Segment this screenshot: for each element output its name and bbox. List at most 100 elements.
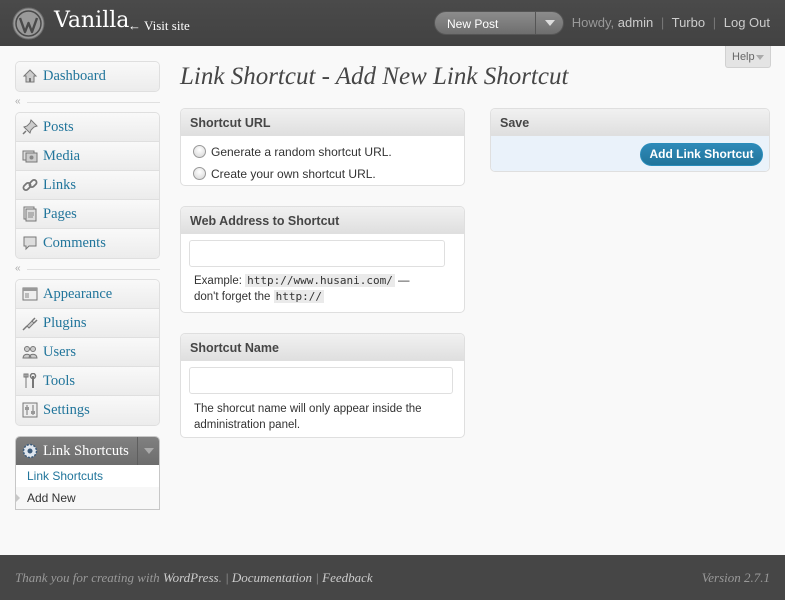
sidebar-item-appearance[interactable]: Appearance <box>16 280 159 309</box>
menu-group-content: Posts Media Links Pages Comments <box>15 112 160 259</box>
web-address-box: Web Address to Shortcut Example: http://… <box>180 206 465 313</box>
radio-button-custom[interactable] <box>193 167 206 180</box>
sidebar-item-comments[interactable]: Comments <box>16 229 159 258</box>
add-link-shortcut-button[interactable]: Add Link Shortcut <box>640 143 763 166</box>
help-label: Help <box>732 51 755 63</box>
footer-thanks: Thank you for creating with <box>15 570 160 585</box>
sidebar-item-label: Settings <box>43 402 90 418</box>
separator-line <box>27 102 160 103</box>
sidebar-item-links[interactable]: Links <box>16 171 159 200</box>
shortcut-url-box: Shortcut URL Generate a random shortcut … <box>180 108 465 186</box>
hint-code: http:// <box>273 290 324 303</box>
sidebar-item-label: Pages <box>43 206 77 222</box>
link-shortcuts-gear-icon <box>22 443 38 459</box>
dashboard-icon <box>22 69 38 83</box>
box-title: Web Address to Shortcut <box>181 207 464 234</box>
sidebar-item-pages[interactable]: Pages <box>16 200 159 229</box>
collapse-chevron-icon[interactable]: « <box>15 97 21 107</box>
sidebar-item-label: Links <box>43 177 77 193</box>
current-pointer <box>16 493 20 503</box>
separator: | <box>660 15 665 30</box>
comments-icon <box>23 236 37 251</box>
plugins-icon <box>22 317 38 331</box>
sidebar-item-label: Users <box>43 344 77 360</box>
submenu-item-link-shortcuts[interactable]: Link Shortcuts <box>16 465 159 487</box>
user-info: Howdy, admin | Turbo | Log Out <box>572 15 770 30</box>
posts-pin-icon <box>22 119 38 135</box>
site-title: Vanilla <box>54 8 130 33</box>
chevron-down-icon <box>756 55 764 60</box>
radio-button-random[interactable] <box>193 145 206 158</box>
feedback-link[interactable]: Feedback <box>322 570 373 585</box>
sidebar-item-users[interactable]: Users <box>16 338 159 367</box>
visit-site-link[interactable]: ← Visit site <box>128 18 190 34</box>
separator: | <box>712 15 717 30</box>
users-icon <box>22 346 38 359</box>
sidebar-item-posts[interactable]: Posts <box>16 113 159 142</box>
page-title: Link Shortcut - Add New Link Shortcut <box>180 63 569 90</box>
web-address-input[interactable] <box>189 240 445 267</box>
sidebar-item-label: Link Shortcuts <box>43 443 129 459</box>
logout-link[interactable]: Log Out <box>724 15 770 30</box>
links-chain-icon <box>22 179 38 191</box>
howdy-text: Howdy, <box>571 15 615 30</box>
submenu-item-label: Add New <box>27 491 76 505</box>
hint-code: http://www.husani.com/ <box>245 274 395 287</box>
appearance-icon <box>22 287 38 301</box>
sidebar-item-settings[interactable]: Settings <box>16 396 159 425</box>
box-title: Shortcut URL <box>181 109 464 136</box>
box-title: Shortcut Name <box>181 334 464 361</box>
separator: | <box>315 570 319 585</box>
hint-text: don't forget the <box>194 291 271 303</box>
media-icon <box>22 150 38 163</box>
user-profile-link[interactable]: admin <box>618 15 653 30</box>
save-box: Save Add Link Shortcut <box>490 108 770 172</box>
pages-icon <box>23 206 37 222</box>
web-address-hint: Example: http://www.husani.com/ — don't … <box>194 273 454 305</box>
separator-line <box>27 269 160 270</box>
sidebar-item-label: Media <box>43 148 81 164</box>
shortcut-name-input[interactable] <box>189 367 453 394</box>
submenu-toggle[interactable] <box>137 437 159 465</box>
wordpress-link[interactable]: WordPress <box>163 570 219 585</box>
sidebar-item-label: Comments <box>43 235 106 251</box>
collapse-chevron-icon[interactable]: « <box>15 264 21 274</box>
sidebar-item-media[interactable]: Media <box>16 142 159 171</box>
radio-label[interactable]: Generate a random shortcut URL. <box>211 145 392 159</box>
sidebar-item-label: Appearance <box>43 286 113 302</box>
radio-label[interactable]: Create your own shortcut URL. <box>211 167 376 181</box>
admin-footer: Thank you for creating with WordPress. |… <box>0 555 785 600</box>
wordpress-logo-icon[interactable] <box>12 7 45 40</box>
chevron-down-icon <box>545 20 555 26</box>
admin-header: Vanilla ← Visit site New Post Howdy, adm… <box>0 0 785 46</box>
sidebar-item-tools[interactable]: Tools <box>16 367 159 396</box>
favorite-actions-toggle[interactable] <box>535 12 563 34</box>
documentation-link[interactable]: Documentation <box>232 570 312 585</box>
hint-text: Example: <box>194 275 242 287</box>
shortcut-name-hint: The shorcut name will only appear inside… <box>194 403 422 431</box>
turbo-link[interactable]: Turbo <box>672 15 705 30</box>
footer-period: . <box>218 570 222 585</box>
sidebar-item-plugins[interactable]: Plugins <box>16 309 159 338</box>
box-title: Save <box>491 109 769 136</box>
radio-option-random[interactable]: Generate a random shortcut URL. <box>181 141 464 163</box>
settings-icon <box>22 402 38 418</box>
sidebar-item-label: Plugins <box>43 315 87 331</box>
sidebar-item-label: Posts <box>43 119 74 135</box>
submenu-item-add-new[interactable]: Add New <box>16 487 159 509</box>
sidebar-item-dashboard[interactable]: Dashboard <box>16 62 159 91</box>
footer-credits: Thank you for creating with WordPress. |… <box>15 570 373 586</box>
favorite-actions-dropdown[interactable]: New Post <box>434 11 564 35</box>
menu-collapse-separator[interactable]: « <box>15 97 160 107</box>
chevron-down-icon <box>144 448 154 454</box>
sidebar-item-link-shortcuts[interactable]: Link Shortcuts <box>16 437 159 465</box>
sidebar-item-label: Dashboard <box>43 68 106 84</box>
menu-collapse-separator[interactable]: « <box>15 264 160 274</box>
menu-group-dashboard: Dashboard <box>15 61 160 92</box>
help-tab-button[interactable]: Help <box>725 46 771 68</box>
footer-version: Version 2.7.1 <box>701 570 770 585</box>
hint-text: — <box>398 275 410 287</box>
radio-option-custom[interactable]: Create your own shortcut URL. <box>181 163 464 185</box>
favorite-action-label[interactable]: New Post <box>447 17 498 31</box>
menu-group-settings: Appearance Plugins Users Tools Settings <box>15 279 160 426</box>
